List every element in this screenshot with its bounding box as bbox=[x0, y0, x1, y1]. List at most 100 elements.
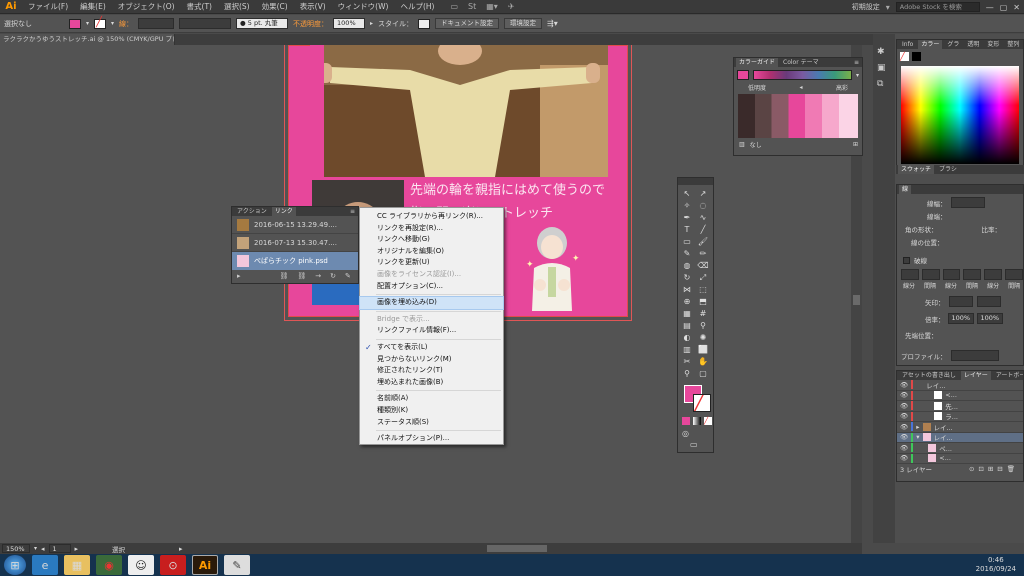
tab-color-guide[interactable]: カラーガイド bbox=[736, 58, 779, 67]
next-artboard-icon[interactable]: ▸ bbox=[75, 545, 79, 553]
artboard-number-field[interactable]: 1 bbox=[48, 544, 71, 553]
color-spectrum[interactable] bbox=[901, 66, 1019, 164]
harmony-dropdown-icon[interactable]: ▾ bbox=[856, 72, 859, 79]
screen-mode-icon[interactable]: ▭ bbox=[678, 440, 713, 449]
tab-color[interactable]: カラー bbox=[918, 40, 943, 49]
eye-icon[interactable]: 👁 bbox=[900, 381, 908, 389]
menu-type[interactable]: 書式(T) bbox=[181, 1, 218, 12]
panel-menu-icon[interactable]: ≡ bbox=[854, 59, 862, 66]
variation-grid[interactable] bbox=[738, 94, 858, 138]
art-text-line1[interactable]: 先端の輪を親指にはめて使うので bbox=[410, 179, 605, 198]
base-color-swatch[interactable] bbox=[737, 70, 749, 80]
properties-panel-icon[interactable]: ▣ bbox=[877, 60, 891, 76]
rotate-tool-icon[interactable]: ↻ bbox=[680, 272, 694, 284]
prev-artboard-icon[interactable]: ◂ bbox=[41, 545, 45, 553]
mesh-tool-icon[interactable]: # bbox=[696, 308, 710, 320]
tab-transparency[interactable]: 透明 bbox=[964, 40, 982, 49]
eraser-tool-icon[interactable]: ⌫ bbox=[696, 260, 710, 272]
gap-field[interactable] bbox=[1005, 269, 1023, 280]
menu-item-sort-status[interactable]: ステータス順(S) bbox=[360, 417, 503, 429]
live-paint-tool-icon[interactable]: ⬒ bbox=[696, 296, 710, 308]
goto-link-icon[interactable]: → bbox=[315, 272, 321, 280]
tab-artboards[interactable]: アートボード bbox=[993, 371, 1023, 380]
hand-tool-icon[interactable]: ✋ bbox=[696, 356, 710, 368]
show-options-icon[interactable]: ▸ bbox=[237, 272, 241, 280]
profile-select[interactable] bbox=[950, 350, 999, 361]
bridge-icon[interactable]: ▭ bbox=[450, 2, 458, 11]
menu-item-edit-original[interactable]: オリジナルを編集(O) bbox=[360, 246, 503, 258]
artboard-tool-icon[interactable]: ⬜ bbox=[696, 344, 710, 356]
close-icon[interactable]: ✕ bbox=[1013, 3, 1020, 12]
horizontal-scroll-thumb[interactable] bbox=[486, 545, 547, 552]
lasso-tool-icon[interactable]: ◌ bbox=[696, 200, 710, 212]
menu-edit[interactable]: 編集(E) bbox=[74, 1, 112, 12]
zoom-field[interactable]: 150% bbox=[2, 544, 30, 553]
tab-links[interactable]: リンク bbox=[271, 207, 296, 216]
opacity-field[interactable]: 100% bbox=[333, 18, 366, 29]
swatch-library-icon[interactable]: ▥ bbox=[739, 141, 745, 148]
black-swatch[interactable] bbox=[912, 52, 921, 61]
dash-field[interactable] bbox=[942, 269, 961, 280]
layer-row[interactable]: 👁 ▸ レイ... bbox=[897, 422, 1023, 433]
eye-icon[interactable]: 👁 bbox=[900, 433, 908, 441]
menu-item-sort-name[interactable]: 名前順(A) bbox=[360, 393, 503, 405]
pen-tool-icon[interactable]: ✒ bbox=[680, 212, 694, 224]
menu-item-cc-relink[interactable]: CC ライブラリから再リンク(R)... bbox=[360, 211, 503, 223]
link-item[interactable]: 2016-07-13 15.30.47.... bbox=[232, 234, 358, 252]
link-item-selected[interactable]: ぺぱらチック pink.psd bbox=[232, 252, 358, 270]
layer-row[interactable]: 👁 <... bbox=[897, 390, 1023, 401]
arrange-docs-icon[interactable]: ⇶▾ bbox=[547, 19, 558, 28]
document-tab[interactable]: ラクラクかうゆうストレッチ.ai @ 150% (CMYK/GPU プレビュー)… bbox=[0, 34, 175, 45]
tab-swatches[interactable]: スウォッチ bbox=[898, 165, 935, 174]
stroke-weight-input[interactable] bbox=[950, 197, 985, 208]
zoom-dropdown-icon[interactable]: ▾ bbox=[34, 545, 37, 552]
eye-icon[interactable]: 👁 bbox=[900, 412, 908, 420]
zoom-tool-icon[interactable]: ⚲ bbox=[680, 368, 694, 380]
eye-icon[interactable]: 👁 bbox=[900, 391, 908, 399]
stroke-weight-field[interactable] bbox=[138, 18, 175, 29]
eye-icon[interactable]: 👁 bbox=[900, 454, 908, 462]
layer-row-selected[interactable]: 👁 ▾ レイ... bbox=[897, 432, 1023, 443]
menu-effect[interactable]: 効果(C) bbox=[256, 1, 294, 12]
tab-info[interactable]: Info bbox=[899, 40, 916, 49]
menu-item-show-embedded[interactable]: 埋め込まれた画像(B) bbox=[360, 377, 503, 389]
dash-field[interactable] bbox=[984, 269, 1003, 280]
shape-builder-tool-icon[interactable]: ⊕ bbox=[680, 296, 694, 308]
column-graph-tool-icon[interactable]: ▥ bbox=[680, 344, 694, 356]
paintbrush-tool-icon[interactable]: 🖌 bbox=[696, 236, 710, 248]
menu-item-show-all[interactable]: ✓ すべてを表示(L) bbox=[360, 342, 503, 354]
menu-item-show-missing[interactable]: 見つからないリンク(M) bbox=[360, 354, 503, 366]
style-swatch[interactable] bbox=[418, 18, 431, 29]
stroke-color-icon[interactable]: ╱ bbox=[693, 394, 711, 412]
variable-width-field[interactable] bbox=[179, 18, 232, 29]
menu-item-relink[interactable]: リンクを再設定(R)... bbox=[360, 223, 503, 235]
color-mode-icon[interactable] bbox=[682, 417, 690, 425]
maximize-icon[interactable]: ▢ bbox=[1000, 3, 1008, 12]
update-link-icon[interactable]: ↻ bbox=[330, 272, 336, 280]
tab-asset-export[interactable]: アセットの書き出し bbox=[899, 371, 959, 380]
layer-row[interactable]: 👁 ペ... bbox=[897, 443, 1023, 454]
menu-item-update-link[interactable]: リンクを更新(U) bbox=[360, 257, 503, 269]
menu-item-link-file-info[interactable]: リンクファイル情報(F)... bbox=[360, 325, 503, 337]
relink-cc-icon[interactable]: ⛓ bbox=[280, 272, 289, 280]
fill-swatch[interactable] bbox=[69, 18, 81, 29]
arrow-end-scale[interactable]: 100% bbox=[976, 313, 1003, 324]
pencil-tool-icon[interactable]: ✏ bbox=[696, 248, 710, 260]
tab-align[interactable]: 整列 bbox=[1004, 40, 1022, 49]
file-explorer-icon[interactable]: ▦ bbox=[64, 555, 90, 575]
line-tool-icon[interactable]: ╱ bbox=[696, 224, 710, 236]
curvature-tool-icon[interactable]: ∿ bbox=[696, 212, 710, 224]
dash-field[interactable] bbox=[901, 269, 919, 280]
libraries-panel-icon[interactable]: ⧉ bbox=[877, 76, 891, 92]
layer-row[interactable]: 👁 <... bbox=[897, 453, 1023, 464]
eye-icon[interactable]: 👁 bbox=[900, 444, 908, 452]
placed-illustration[interactable]: ✦ ✦ bbox=[522, 223, 582, 311]
blob-brush-tool-icon[interactable]: ◍ bbox=[680, 260, 694, 272]
arrow-end-select[interactable] bbox=[976, 296, 1001, 307]
layer-row[interactable]: 👁 ラ... bbox=[897, 411, 1023, 422]
menu-object[interactable]: オブジェクト(O) bbox=[112, 1, 181, 12]
expand-arrow-icon[interactable]: ▾ bbox=[916, 433, 919, 441]
arrow-start-select[interactable] bbox=[948, 296, 973, 307]
arrow-start-scale[interactable]: 100% bbox=[947, 313, 974, 324]
color-panel-icon[interactable]: ✱ bbox=[877, 44, 891, 60]
